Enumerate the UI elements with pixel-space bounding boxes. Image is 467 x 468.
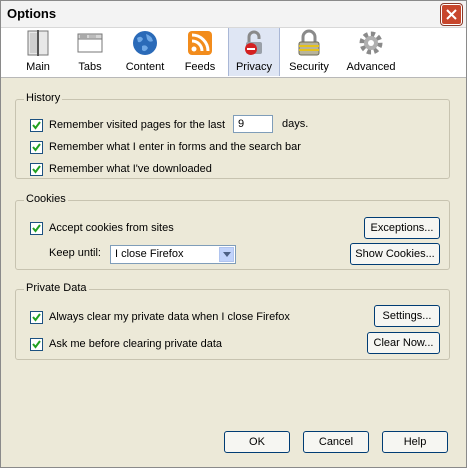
accept-cookies-checkbox[interactable] xyxy=(30,221,43,235)
category-toolbar: Main Tabs Content Feeds Privacy Security… xyxy=(1,28,466,78)
remember-forms-label: Remember what I enter in forms and the s… xyxy=(49,141,301,153)
close-icon xyxy=(446,9,457,20)
private-data-legend: Private Data xyxy=(24,282,89,294)
options-window: Options Main Tabs Content Feeds Privacy … xyxy=(0,0,467,468)
gear-icon xyxy=(359,31,383,55)
tab-privacy[interactable]: Privacy xyxy=(228,28,280,76)
ask-before-checkbox[interactable] xyxy=(30,337,43,351)
remember-visited-label: Remember visited pages for the last xyxy=(49,119,226,131)
checkmark-icon xyxy=(32,312,41,322)
remember-forms-checkbox[interactable] xyxy=(30,140,43,154)
show-cookies-button[interactable]: Show Cookies... xyxy=(350,243,440,265)
keep-until-label: Keep until: xyxy=(49,247,101,259)
settings-button[interactable]: Settings... xyxy=(374,305,440,327)
ask-before-row: Ask me before clearing private data xyxy=(30,336,222,352)
remember-forms-row: Remember what I enter in forms and the s… xyxy=(30,139,301,155)
window-title: Options xyxy=(7,6,57,21)
remember-downloads-row: Remember what I've downloaded xyxy=(30,161,212,177)
checkmark-icon xyxy=(32,120,41,130)
always-clear-row: Always clear my private data when I clos… xyxy=(30,309,290,325)
checkmark-icon xyxy=(32,339,41,349)
main-icon xyxy=(27,30,49,56)
checkmark-icon xyxy=(32,164,41,174)
keep-until-value: I close Firefox xyxy=(115,248,184,260)
days-input[interactable] xyxy=(233,115,273,133)
days-unit-label: days. xyxy=(282,118,309,130)
rss-icon xyxy=(188,31,212,55)
chevron-down-icon xyxy=(223,252,231,257)
help-button[interactable]: Help xyxy=(382,431,448,453)
padlock-icon xyxy=(298,29,320,56)
tab-content[interactable]: Content xyxy=(119,28,171,76)
tab-security[interactable]: Security xyxy=(285,28,333,76)
accept-cookies-row: Accept cookies from sites xyxy=(30,220,174,236)
title-bar: Options xyxy=(1,1,466,28)
history-group: History Remember visited pages for the l… xyxy=(15,92,450,179)
always-clear-label: Always clear my private data when I clos… xyxy=(49,311,290,323)
always-clear-checkbox[interactable] xyxy=(30,310,43,324)
tab-feeds[interactable]: Feeds xyxy=(177,28,223,76)
tab-tabs[interactable]: Tabs xyxy=(67,28,113,76)
accept-cookies-label: Accept cookies from sites xyxy=(49,222,174,234)
tab-main[interactable]: Main xyxy=(15,28,61,76)
exceptions-button[interactable]: Exceptions... xyxy=(364,217,440,239)
ok-button[interactable]: OK xyxy=(224,431,290,453)
keep-until-select[interactable]: I close Firefox xyxy=(110,245,236,264)
ask-before-label: Ask me before clearing private data xyxy=(49,338,223,350)
cookies-legend: Cookies xyxy=(24,193,68,205)
remember-downloads-label: Remember what I've downloaded xyxy=(49,163,212,175)
close-button[interactable] xyxy=(441,4,462,25)
cancel-button[interactable]: Cancel xyxy=(303,431,369,453)
dropdown-arrow[interactable] xyxy=(219,247,234,262)
tab-advanced[interactable]: Advanced xyxy=(341,28,401,76)
private-data-group: Private Data Always clear my private dat… xyxy=(15,282,450,360)
lock-icon xyxy=(245,30,262,55)
checkmark-icon xyxy=(32,223,41,233)
clear-now-button[interactable]: Clear Now... xyxy=(367,332,440,354)
checkmark-icon xyxy=(32,142,41,152)
cookies-group: Cookies Accept cookies from sites Except… xyxy=(15,193,450,270)
globe-icon xyxy=(133,31,157,55)
remember-visited-row: Remember visited pages for the last xyxy=(30,117,225,133)
tabs-icon xyxy=(77,33,103,53)
history-legend: History xyxy=(24,92,63,104)
remember-downloads-checkbox[interactable] xyxy=(30,162,43,176)
remember-visited-checkbox[interactable] xyxy=(30,118,43,132)
